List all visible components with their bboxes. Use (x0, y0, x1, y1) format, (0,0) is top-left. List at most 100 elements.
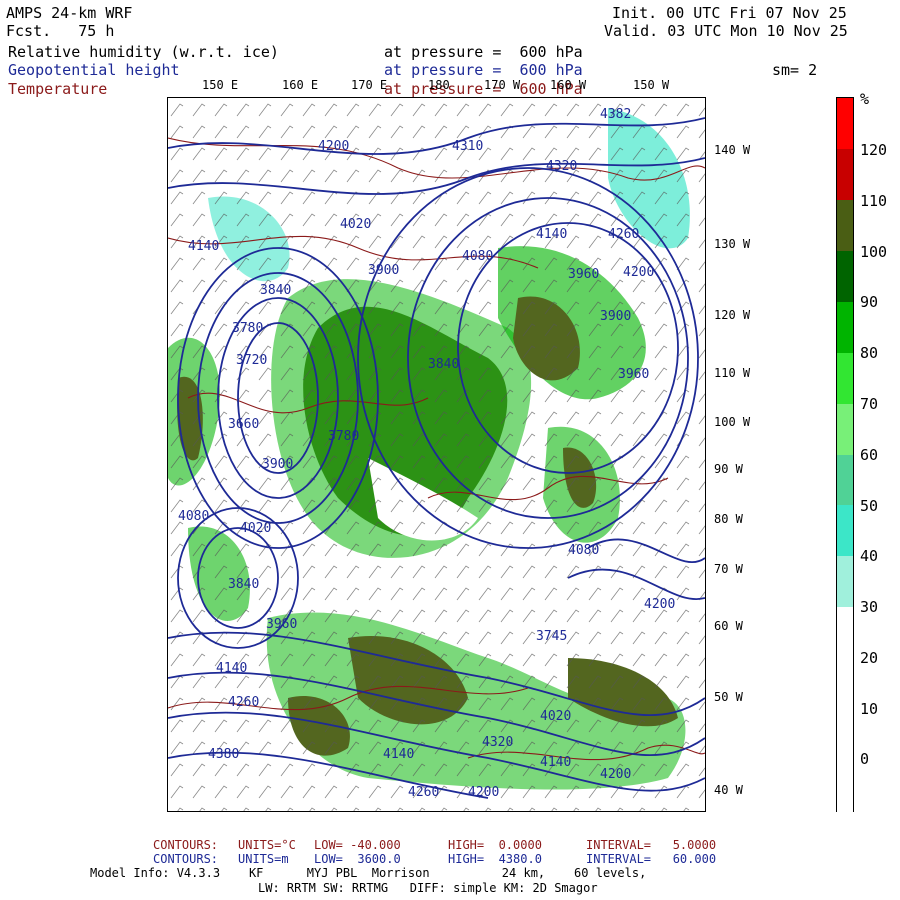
model-info: Model Info: V4.3.3 KF MYJ PBL Morrison 2… (90, 866, 647, 880)
height-contour-interval: INTERVAL= 60.000 (586, 852, 717, 866)
height-label: 3840 (428, 357, 459, 372)
smoothing-label: sm= 2 (772, 61, 818, 79)
colorbar-label: 90 (860, 293, 879, 311)
height-label: 3900 (600, 309, 631, 324)
height-label: 4260 (408, 785, 439, 800)
height-label: 4200 (468, 785, 499, 800)
height-label: 4382 (600, 107, 631, 122)
colorbar-segment (837, 760, 853, 812)
temp-contour-interval: INTERVAL= 5.0000 (586, 838, 717, 852)
height-label: 3840 (260, 283, 291, 298)
height-label: 3960 (266, 617, 297, 632)
colorbar-label: 100 (860, 243, 888, 261)
height-label: 4020 (340, 217, 371, 232)
height-label: 4140 (216, 661, 247, 676)
height-contour-units: UNITS=m (238, 852, 289, 866)
height-label: 4140 (540, 755, 571, 770)
lat-label: 120 W (714, 308, 751, 322)
lat-label: 90 W (714, 462, 743, 476)
valid-time: Valid. 03 UTC Mon 10 Nov 25 (604, 22, 848, 40)
map-panel: 4382 4310 4200 4320 4140 4260 4200 4020 … (167, 97, 706, 812)
lat-label: 100 W (714, 415, 751, 429)
height-contour-low: LOW= 3600.0 (314, 852, 401, 866)
lon-label: 180 (428, 78, 450, 92)
height-label: 4020 (540, 709, 571, 724)
height-label: 4200 (318, 139, 349, 154)
colorbar-segment (837, 98, 853, 150)
colorbar-label: 50 (860, 497, 879, 515)
field-height-level: at pressure = 600 hPa (384, 61, 583, 79)
temp-contour-label: CONTOURS: (153, 838, 219, 852)
colorbar-segment (837, 607, 853, 660)
lat-label: 140 W (714, 143, 751, 157)
height-label: 4380 (208, 747, 239, 762)
lat-label: 80 W (714, 512, 743, 526)
height-label: 3780 (232, 321, 263, 336)
height-label: 4260 (228, 695, 259, 710)
colorbar-segment (837, 454, 853, 507)
colorbar-segment (837, 301, 853, 354)
colorbar-segment (837, 199, 853, 252)
height-label: 3900 (368, 263, 399, 278)
forecast-hour: Fcst. 75 h (6, 22, 115, 40)
lat-label: 70 W (714, 562, 743, 576)
height-label: 4320 (482, 735, 513, 750)
colorbar-label: 80 (860, 344, 879, 362)
model-title: AMPS 24-km WRF (6, 4, 133, 22)
lon-label: 170 W (484, 78, 521, 92)
height-label: 3900 (262, 457, 293, 472)
height-label: 4080 (568, 543, 599, 558)
height-label: 4140 (383, 747, 414, 762)
height-label: 3840 (228, 577, 259, 592)
field-rh-level: at pressure = 600 hPa (384, 43, 583, 61)
colorbar-segment (837, 658, 853, 711)
lat-label: 40 W (714, 783, 743, 797)
height-label: 3745 (536, 629, 567, 644)
colorbar-label: 70 (860, 395, 879, 413)
colorbar-segment (837, 148, 853, 201)
temp-contour-high: HIGH= 0.0000 (448, 838, 542, 852)
colorbar-label: 110 (860, 192, 888, 210)
colorbar-label: 0 (860, 750, 870, 768)
field-height-name: Geopotential height (8, 61, 180, 79)
colorbar-segment (837, 709, 853, 762)
lat-label: 50 W (714, 690, 743, 704)
colorbar-segment (837, 250, 853, 303)
lon-label: 160 E (282, 78, 319, 92)
lat-label: 130 W (714, 237, 751, 251)
field-rh-name: Relative humidity (w.r.t. ice) (8, 43, 279, 61)
colorbar-label: 120 (860, 141, 888, 159)
lon-label: 170 E (351, 78, 388, 92)
lon-label: 160 W (550, 78, 587, 92)
model-physics: LW: RRTM SW: RRTMG DIFF: simple KM: 2D S… (258, 881, 598, 895)
height-label: 4080 (178, 509, 209, 524)
height-label: 3780 (328, 429, 359, 444)
colorbar (836, 97, 854, 812)
height-contour-label: CONTOURS: (153, 852, 219, 866)
lon-label: 150 E (202, 78, 239, 92)
colorbar-segment (837, 556, 853, 609)
height-label: 3660 (228, 417, 259, 432)
height-label: 4320 (546, 159, 577, 174)
colorbar-label: 20 (860, 649, 879, 667)
height-label: 3960 (618, 367, 649, 382)
colorbar-unit: % (860, 90, 870, 108)
height-label: 4260 (608, 227, 639, 242)
lat-label: 60 W (714, 619, 743, 633)
height-label: 4020 (240, 521, 271, 536)
height-label: 4200 (623, 265, 654, 280)
colorbar-label: 40 (860, 547, 879, 565)
height-label: 4200 (600, 767, 631, 782)
height-label: 3960 (568, 267, 599, 282)
colorbar-label: 30 (860, 598, 879, 616)
height-label: 4140 (536, 227, 567, 242)
temp-contour-units: UNITS=°C (238, 838, 296, 852)
temp-contour-low: LOW= -40.000 (314, 838, 401, 852)
colorbar-label: 60 (860, 446, 879, 464)
colorbar-segment (837, 505, 853, 558)
colorbar-segment (837, 352, 853, 405)
map-svg: 4382 4310 4200 4320 4140 4260 4200 4020 … (168, 98, 705, 811)
height-label: 4080 (462, 249, 493, 264)
height-label: 4200 (644, 597, 675, 612)
colorbar-label: 10 (860, 700, 879, 718)
